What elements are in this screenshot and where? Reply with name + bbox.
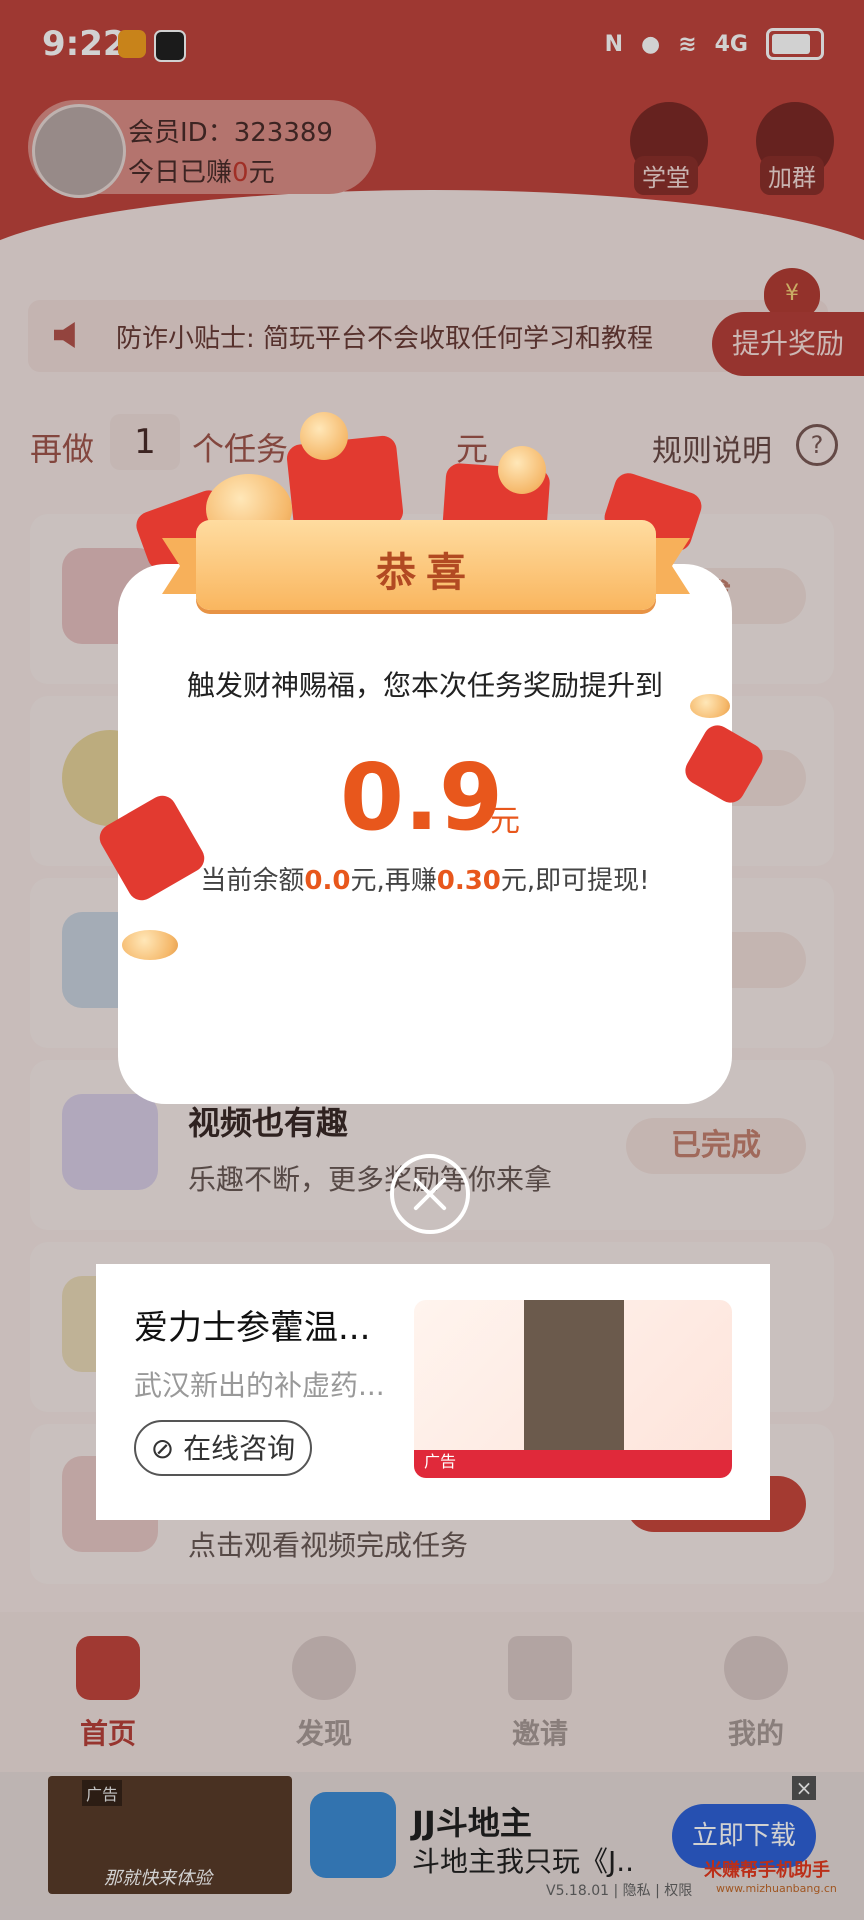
modal-close-icon[interactable]	[390, 1154, 470, 1234]
balance-mid: 元,再赚	[350, 866, 437, 896]
ad-subtitle: 武汉新出的补虚药...	[134, 1369, 385, 1402]
gold-coin-decoration	[498, 446, 546, 494]
modal-description: 触发财神赐福，您本次任务奖励提升到	[186, 669, 663, 702]
gold-coin-decoration	[300, 412, 348, 460]
gold-coin-decoration	[690, 694, 730, 718]
balance-value: 0.0	[304, 866, 351, 896]
ad-title[interactable]: 爱力士参藿温...	[134, 1300, 370, 1349]
needed-value: 0.30	[436, 866, 501, 896]
ad-image-strip	[414, 1450, 732, 1478]
ad-tag: 广告	[424, 1452, 457, 1471]
balance-suffix: 元,即可提现!	[500, 866, 650, 896]
balance-line: 当前余额0.0元,再赚0.30元,即可提现!	[118, 860, 732, 897]
link-icon: ⊘	[150, 1432, 175, 1465]
online-consult-button[interactable]: ⊘ 在线咨询	[134, 1420, 312, 1476]
reward-amount: 0.9	[340, 744, 503, 851]
online-consult-label: 在线咨询	[183, 1432, 296, 1465]
gold-coin-decoration	[122, 930, 178, 960]
reward-unit: 元	[490, 804, 520, 839]
modal-title: 恭喜	[376, 550, 476, 596]
balance-prefix: 当前余额	[200, 866, 305, 896]
